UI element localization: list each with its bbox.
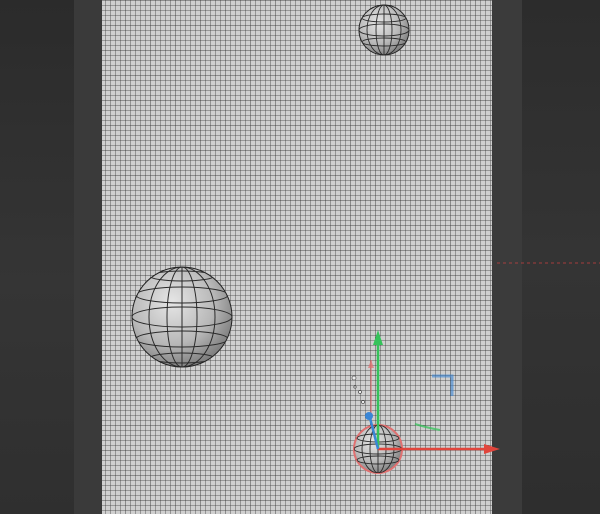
gizmo-dot: [358, 390, 362, 394]
gizmo-z-handle[interactable]: [365, 412, 373, 420]
sphere-top[interactable]: [358, 4, 410, 56]
scene-canvas[interactable]: [0, 0, 600, 514]
3d-viewport[interactable]: [0, 0, 600, 514]
gizmo-dot: [361, 400, 365, 404]
plane-mesh[interactable]: [102, 0, 492, 514]
gizmo-dot: [353, 385, 357, 389]
gizmo-dot: [351, 375, 357, 381]
sphere-left[interactable]: [131, 266, 233, 368]
